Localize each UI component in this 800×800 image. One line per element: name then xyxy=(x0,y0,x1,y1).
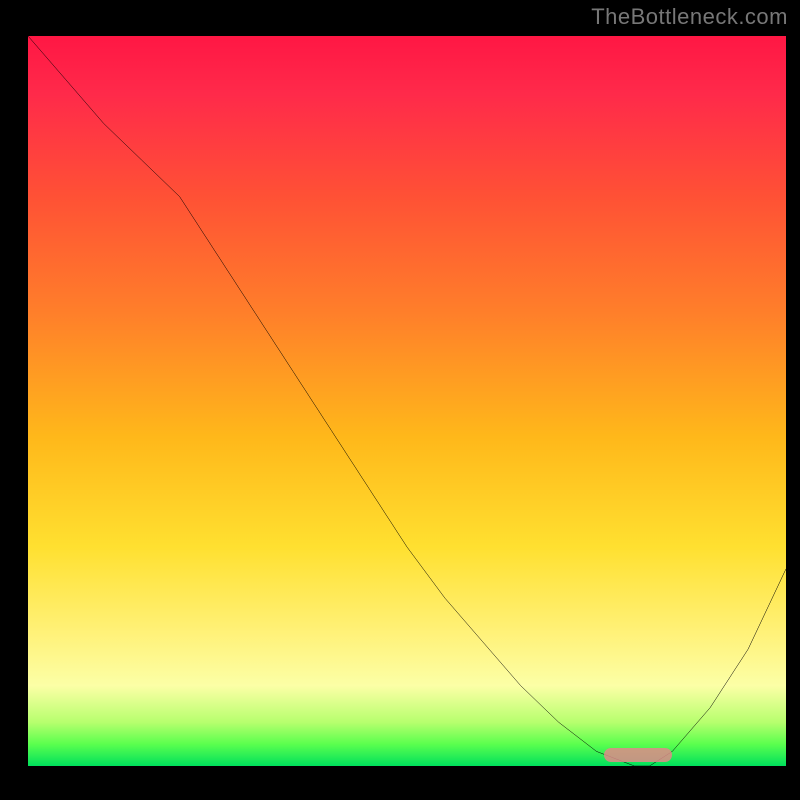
chart-marker-bar xyxy=(604,748,672,762)
chart-plot-area xyxy=(24,32,790,770)
chart-line xyxy=(28,36,786,766)
watermark-text: TheBottleneck.com xyxy=(591,4,788,30)
